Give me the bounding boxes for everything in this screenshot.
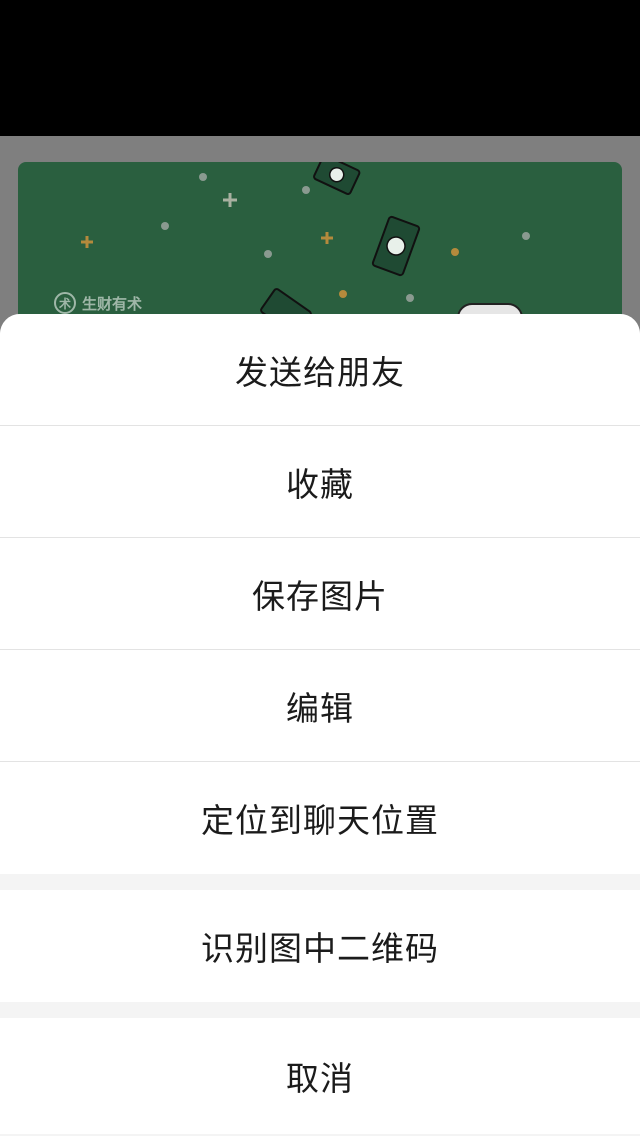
primary-action-group: 发送给朋友 收藏 保存图片 编辑 定位到聊天位置 bbox=[0, 314, 640, 874]
locate-in-chat-button[interactable]: 定位到聊天位置 bbox=[0, 762, 640, 874]
status-area bbox=[0, 0, 640, 136]
send-to-friend-button[interactable]: 发送给朋友 bbox=[0, 314, 640, 426]
action-sheet: 发送给朋友 收藏 保存图片 编辑 定位到聊天位置 识别图中二维码 取消 bbox=[0, 314, 640, 1136]
scan-qr-code-button[interactable]: 识别图中二维码 bbox=[0, 890, 640, 1002]
favorite-button[interactable]: 收藏 bbox=[0, 426, 640, 538]
secondary-action-group: 识别图中二维码 bbox=[0, 890, 640, 1002]
brand-label: 术 生财有术 bbox=[54, 292, 142, 314]
screen: 术 生财有术 发送给朋友 收藏 保存图片 编辑 定位到聊天位置 识别图中二维码 … bbox=[0, 0, 640, 1136]
save-image-button[interactable]: 保存图片 bbox=[0, 538, 640, 650]
brand-logo-icon: 术 bbox=[54, 292, 76, 314]
edit-button[interactable]: 编辑 bbox=[0, 650, 640, 762]
brand-text: 生财有术 bbox=[82, 294, 143, 313]
section-divider bbox=[0, 874, 640, 890]
cancel-group: 取消 bbox=[0, 1018, 640, 1134]
section-divider bbox=[0, 1002, 640, 1018]
cancel-button[interactable]: 取消 bbox=[0, 1018, 640, 1134]
